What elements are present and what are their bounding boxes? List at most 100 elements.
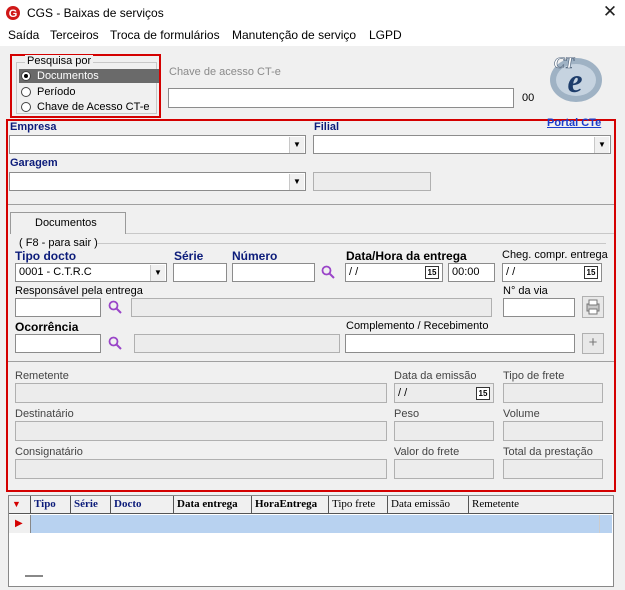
valor-frete-field: [394, 459, 494, 479]
svg-text:G: G: [9, 8, 18, 20]
chevron-down-icon[interactable]: ▼: [150, 265, 165, 281]
tipo-docto-select[interactable]: 0001 - C.T.R.C ▼: [15, 263, 167, 282]
data-hora-label: Data/Hora da entrega: [346, 249, 467, 263]
col-header-remetente[interactable]: Remetente: [469, 496, 613, 514]
empresa-label: Empresa: [10, 121, 57, 133]
window-title: CGS - Baixas de serviços: [27, 6, 164, 20]
volume-field: [503, 421, 603, 441]
title-bar: G CGS - Baixas de serviços ✕: [0, 0, 625, 26]
numero-input[interactable]: [232, 263, 315, 282]
menu-bar: Saída Terceiros Troca de formulários Man…: [0, 26, 625, 46]
row-indicator-icon: ▶: [9, 515, 31, 533]
destinatario-field: [15, 421, 387, 441]
responsavel-input[interactable]: [15, 298, 101, 317]
garagem-description: [313, 172, 431, 191]
col-header-tipo-frete[interactable]: Tipo frete: [329, 496, 388, 514]
menu-saida[interactable]: Saída: [8, 28, 39, 42]
calendar-icon[interactable]: 15: [476, 387, 490, 400]
consignatario-field: [15, 459, 387, 479]
radio-documentos-row[interactable]: Documentos: [19, 69, 159, 83]
complemento-input[interactable]: [345, 334, 575, 353]
chevron-down-icon[interactable]: ▼: [289, 174, 304, 190]
radio-chave-acesso-label: Chave de Acesso CT-e: [37, 101, 150, 113]
grid-scrollbar[interactable]: [599, 515, 612, 533]
responsavel-description: [131, 298, 492, 317]
data-emissao-label: Data da emissão: [394, 370, 477, 382]
menu-troca-formularios[interactable]: Troca de formulários: [110, 28, 220, 42]
radio-documentos-label: Documentos: [37, 70, 99, 82]
plus-icon: +: [588, 334, 598, 351]
search-group-label: Pesquisa por: [25, 55, 94, 67]
menu-lgpd[interactable]: LGPD: [369, 28, 402, 42]
table-row-selected[interactable]: [31, 515, 599, 533]
hint-divider: [97, 243, 606, 244]
peso-label: Peso: [394, 408, 420, 420]
portal-cte-link[interactable]: Portal CTe: [547, 117, 601, 129]
cheg-input[interactable]: / / 15: [502, 263, 602, 282]
col-header-data-entrega[interactable]: Data entrega: [174, 496, 252, 514]
radio-chave-acesso[interactable]: [21, 102, 31, 112]
divider: [8, 204, 614, 205]
grid-header: ▼ Tipo Série Docto Data entrega HoraEntr…: [9, 496, 613, 514]
responsavel-label: Responsável pela entrega: [15, 285, 143, 297]
serie-input[interactable]: [173, 263, 227, 282]
tipo-docto-value: 0001 - C.T.R.C: [19, 266, 92, 278]
search-icon[interactable]: [108, 300, 122, 314]
via-label: N° da via: [503, 285, 548, 297]
print-button[interactable]: [582, 296, 604, 318]
search-icon[interactable]: [108, 336, 122, 350]
menu-terceiros[interactable]: Terceiros: [50, 28, 99, 42]
via-input[interactable]: [503, 298, 575, 317]
sort-indicator-icon: ▼: [9, 496, 31, 514]
peso-field: [394, 421, 494, 441]
total-prestacao-field: [503, 459, 603, 479]
col-header-docto[interactable]: Docto: [111, 496, 174, 514]
chevron-down-icon[interactable]: ▼: [594, 137, 609, 153]
col-header-hora-entrega[interactable]: HoraEntrega: [252, 496, 329, 514]
empresa-select[interactable]: ▼: [9, 135, 306, 154]
tab-documentos[interactable]: Documentos: [10, 212, 126, 234]
search-icon[interactable]: [321, 265, 335, 279]
ocorrencia-description: [134, 334, 340, 353]
cte-logo-icon: e CT: [540, 46, 610, 110]
chevron-down-icon[interactable]: ▼: [289, 137, 304, 153]
data-grid[interactable]: ▼ Tipo Série Docto Data entrega HoraEntr…: [8, 495, 614, 587]
volume-label: Volume: [503, 408, 540, 420]
valor-frete-label: Valor do frete: [394, 446, 460, 458]
hora-entrega-input[interactable]: 00:00: [448, 263, 495, 282]
data-entrega-input[interactable]: / / 15: [345, 263, 443, 282]
cheg-label: Cheg. compr. entrega: [502, 249, 608, 261]
cheg-value: / /: [506, 266, 516, 278]
destinatario-label: Destinatário: [15, 408, 74, 420]
remetente-field: [15, 383, 387, 403]
chave-acesso-input[interactable]: [168, 88, 514, 108]
tipo-frete-label: Tipo de frete: [503, 370, 565, 382]
total-prestacao-label: Total da prestação: [503, 446, 593, 458]
radio-periodo[interactable]: [21, 87, 31, 97]
calendar-icon[interactable]: 15: [584, 266, 598, 279]
filial-select[interactable]: ▼: [313, 135, 611, 154]
search-options-group: Pesquisa por Documentos Período Chave de…: [10, 54, 161, 118]
ocorrencia-label: Ocorrência: [15, 320, 79, 334]
col-header-data-emissao[interactable]: Data emissão: [388, 496, 469, 514]
radio-documentos[interactable]: [21, 71, 31, 81]
ocorrencia-input[interactable]: [15, 334, 101, 353]
col-header-tipo[interactable]: Tipo: [31, 496, 71, 514]
add-button[interactable]: +: [582, 333, 604, 354]
divider: [8, 361, 614, 362]
data-emissao-field: / / 15: [394, 383, 494, 403]
tipo-docto-label: Tipo docto: [15, 249, 77, 263]
garagem-label: Garagem: [10, 157, 58, 169]
garagem-select[interactable]: ▼: [9, 172, 306, 191]
app-logo-icon: G: [6, 6, 20, 20]
numero-label: Número: [232, 249, 278, 263]
col-header-serie[interactable]: Série: [71, 496, 111, 514]
menu-manutencao-servico[interactable]: Manutenção de serviço: [232, 28, 356, 42]
tab-baseline: [126, 233, 614, 234]
calendar-icon[interactable]: 15: [425, 266, 439, 279]
grid-footer-mark: [25, 575, 43, 577]
svg-text:CT: CT: [554, 55, 576, 72]
printer-icon: [586, 299, 600, 315]
close-button[interactable]: ✕: [600, 2, 620, 22]
consignatario-label: Consignatário: [15, 446, 83, 458]
